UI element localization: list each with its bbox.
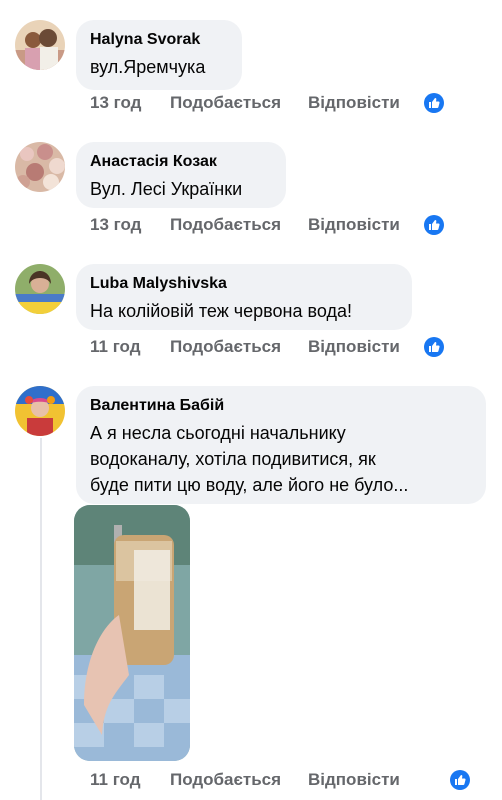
comment-text-line: буде пити цю воду, але його не було...	[90, 475, 409, 495]
comment-author[interactable]: Halyna Svorak	[90, 30, 228, 50]
comment-bubble: Halyna Svorak вул.Яремчука	[76, 20, 242, 90]
avatar[interactable]	[15, 264, 65, 314]
comment-time[interactable]: 11 год	[90, 770, 141, 790]
comment-bubble: Анастасія Козак Вул. Лесі Українки	[76, 142, 286, 208]
comment-time[interactable]: 11 год	[90, 337, 141, 357]
like-button[interactable]: Подобається	[170, 215, 281, 235]
comment-author[interactable]: Luba Malyshivska	[90, 274, 398, 294]
like-button[interactable]: Подобається	[170, 770, 281, 790]
comment-actions: 13 год Подобається Відповісти 3	[90, 93, 462, 117]
like-thumb-icon	[424, 337, 444, 357]
like-button[interactable]: Подобається	[170, 337, 281, 357]
reply-button[interactable]: Відповісти	[308, 93, 400, 113]
comment-text: На колійовій теж червона вода!	[90, 301, 352, 321]
reply-thread-line	[40, 438, 42, 800]
comment-text-line: А я несла сьогодні начальнику	[90, 423, 346, 443]
like-thumb-icon	[424, 93, 444, 113]
comment-actions: 11 год Подобається Відповісти 1	[90, 337, 462, 361]
comment-bubble: Валентина Бабій А я несла сьогодні начал…	[76, 386, 486, 504]
comment-author[interactable]: Анастасія Козак	[90, 152, 272, 172]
avatar[interactable]	[15, 142, 65, 192]
comment-actions: 11 год Подобається Відповісти 1	[90, 770, 470, 794]
comment-text: вул.Яремчука	[90, 57, 206, 77]
avatar[interactable]	[15, 20, 65, 70]
reply-button[interactable]: Відповісти	[308, 215, 400, 235]
comment-bubble: Luba Malyshivska На колійовій теж червон…	[76, 264, 412, 330]
comment-text-line: водоканалу, хотіла подивитися, як	[90, 449, 376, 469]
reply-button[interactable]: Відповісти	[308, 770, 400, 790]
comment-time[interactable]: 13 год	[90, 93, 141, 113]
comment-time[interactable]: 13 год	[90, 215, 141, 235]
reply-button[interactable]: Відповісти	[308, 337, 400, 357]
attached-photo[interactable]	[74, 505, 190, 761]
comment-author[interactable]: Валентина Бабій	[90, 396, 472, 416]
comment-actions: 13 год Подобається Відповісти 1	[90, 215, 462, 239]
like-thumb-icon	[450, 770, 470, 790]
like-button[interactable]: Подобається	[170, 93, 281, 113]
avatar[interactable]	[15, 386, 65, 436]
comment-text: Вул. Лесі Українки	[90, 179, 243, 199]
like-thumb-icon	[424, 215, 444, 235]
